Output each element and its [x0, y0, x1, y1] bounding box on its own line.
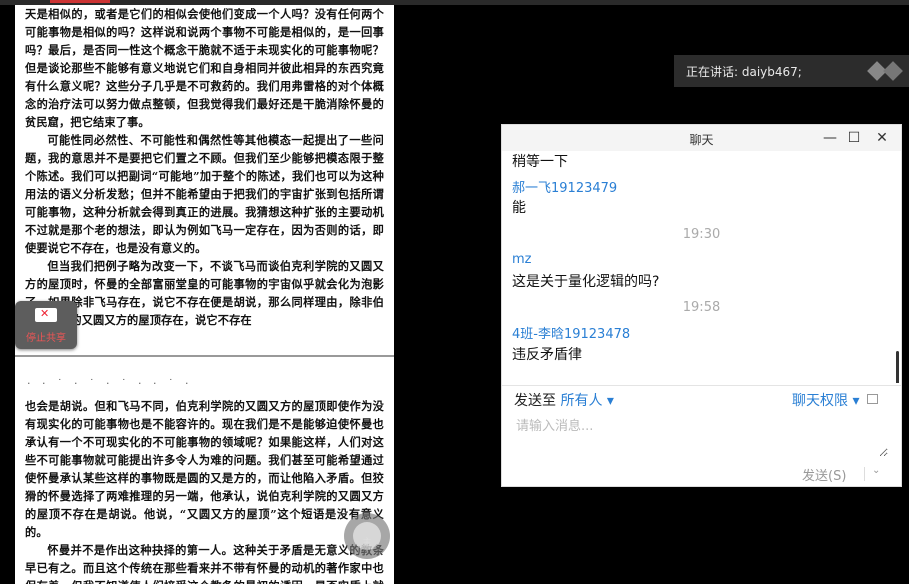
message-text: 稍等一下: [512, 154, 568, 170]
popout-icon[interactable]: [866, 394, 878, 404]
chat-permission-dropdown[interactable]: 聊天权限 ▾: [792, 390, 878, 410]
document-page-2: · · ˙ · ˙ · ˙ · · ˙ · 也会是胡说。但和飞马不同，伯克利学院…: [15, 355, 394, 584]
close-button[interactable]: ✕: [870, 128, 894, 148]
message-input[interactable]: [514, 413, 888, 457]
stop-share-label: 停止共享: [26, 333, 66, 344]
speaking-indicator: 正在讲话: daiyb467;: [674, 55, 909, 87]
send-to-selector[interactable]: 发送至 所有人 ▾: [514, 390, 614, 410]
sender-name[interactable]: 4班-李晗19123478: [512, 323, 630, 342]
stop-share-icon: [35, 307, 57, 322]
chat-window: 聊天 — ☐ ✕ 稍等一下 郝一飞19123479 能 19:30 mz 这是关…: [501, 124, 902, 487]
divider: [864, 467, 865, 481]
timestamp: 19:30: [682, 227, 721, 242]
floating-button-label: 主: [362, 538, 372, 548]
send-options-chevron-icon[interactable]: ⌄: [872, 465, 880, 476]
sender-name[interactable]: 郝一飞19123479: [512, 177, 617, 196]
timestamp: 19:58: [682, 300, 721, 315]
sender-name[interactable]: mz: [512, 252, 532, 267]
maximize-button[interactable]: ☐: [842, 128, 866, 148]
chat-permission-label: 聊天权限: [792, 393, 848, 409]
doc-paragraph: 也会是胡说。但和飞马不同，伯克利学院的又圆又方的屋顶即使作为没有现实化的可能事物…: [25, 399, 384, 539]
speaker-logo-icon: [883, 61, 903, 81]
divider: [502, 385, 901, 386]
speaking-text: 正在讲话: daiyb467;: [686, 65, 802, 79]
scan-speckles: · · ˙ · ˙ · ˙ · · ˙ ·: [27, 377, 193, 390]
doc-paragraph: 怀曼并不是作出这种抉择的第一人。这种关于矛盾是无意义的教条早已有之。而且这个传统…: [25, 543, 384, 584]
message-text: 能: [512, 200, 526, 216]
message-text: 这是关于量化逻辑的吗?: [512, 274, 660, 290]
doc-paragraph: 可能性同必然性、不可能性和偶然性等其他模态一起提出了一些问题，我的意思并不是要把…: [25, 133, 384, 255]
doc-paragraph: 天是相似的，或者是它们的相似会使他们变成一个人吗？没有任何两个可能事物是相似的吗…: [25, 7, 384, 129]
send-to-label: 发送至: [514, 393, 556, 409]
minimize-button[interactable]: —: [818, 128, 842, 148]
stop-share-button[interactable]: 停止共享: [15, 301, 77, 349]
chat-messages[interactable]: 稍等一下 郝一飞19123479 能 19:30 mz 这是关于量化逻辑的吗? …: [502, 151, 901, 383]
send-to-value[interactable]: 所有人: [560, 393, 602, 409]
chat-scrollbar[interactable]: [896, 351, 899, 383]
chevron-down-icon: ▾: [852, 393, 860, 409]
chevron-down-icon[interactable]: ▾: [607, 393, 614, 409]
chat-titlebar: 聊天 — ☐ ✕: [502, 125, 901, 151]
floating-action-button[interactable]: 主: [344, 513, 390, 559]
shared-document: 天是相似的，或者是它们的相似会使他们变成一个人吗？没有任何两个可能事物是相似的吗…: [15, 5, 394, 584]
message-text: 违反矛盾律: [512, 347, 582, 363]
send-button[interactable]: 发送(S): [802, 465, 846, 484]
top-indicator: [50, 0, 110, 3]
